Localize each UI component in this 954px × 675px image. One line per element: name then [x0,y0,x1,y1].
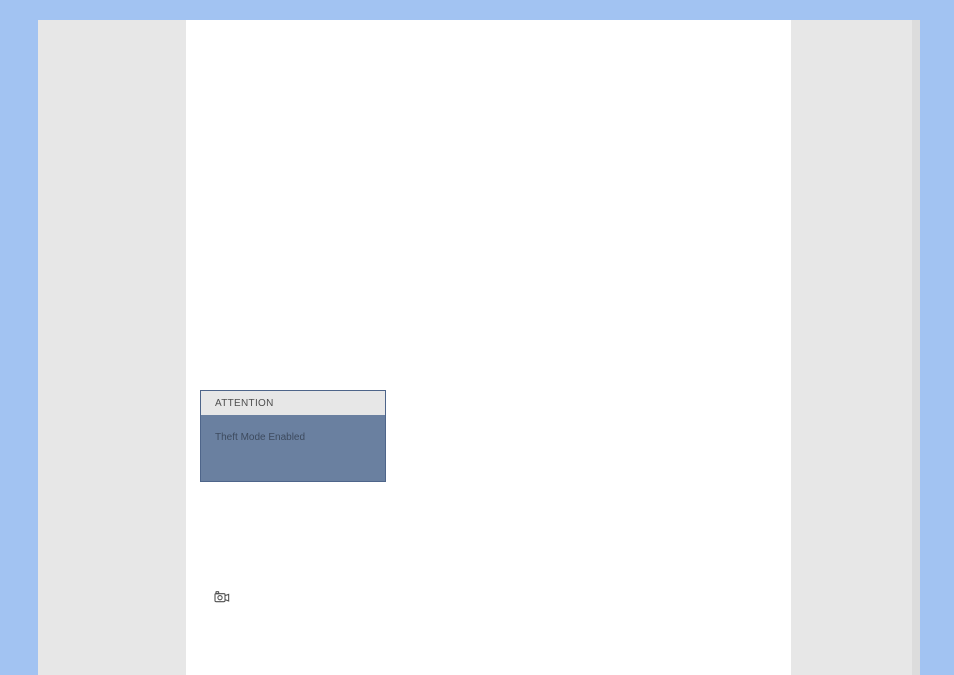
notice-header: ATTENTION [201,391,385,415]
notice-header-text: ATTENTION [215,398,274,409]
document-page: ATTENTION Theft Mode Enabled [186,20,791,675]
document-page-container: ATTENTION Theft Mode Enabled [38,20,920,675]
page-shadow [912,20,920,675]
camera-icon [214,590,230,602]
notice-body-text: Theft Mode Enabled [215,432,305,443]
notice-body: Theft Mode Enabled [201,415,385,457]
attention-notice-box: ATTENTION Theft Mode Enabled [200,390,386,482]
